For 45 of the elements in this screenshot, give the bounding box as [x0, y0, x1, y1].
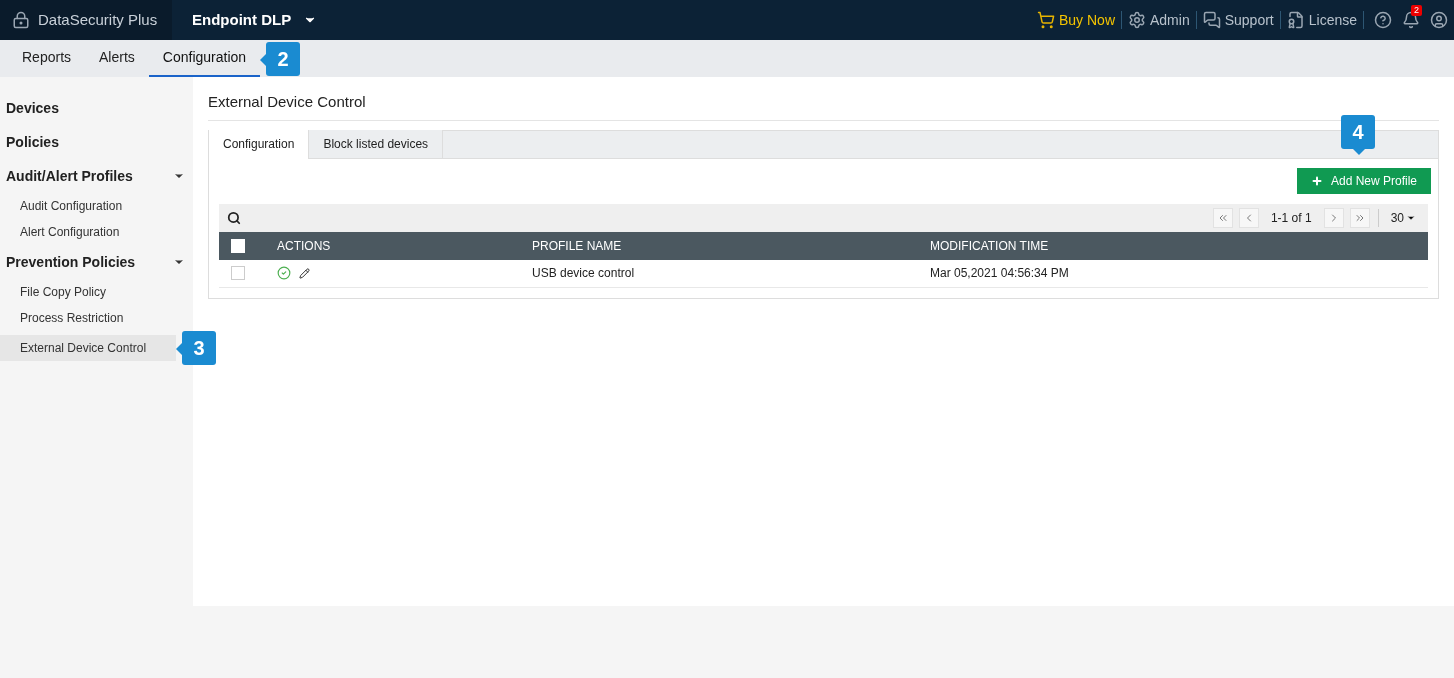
- page-range: 1-1 of 1: [1269, 209, 1313, 227]
- tab[interactable]: Block listed devices: [309, 129, 444, 158]
- sidebar-item[interactable]: Process Restriction: [0, 305, 193, 331]
- badge-pointer: [260, 53, 267, 66]
- sidebar-heading[interactable]: Devices: [0, 91, 193, 125]
- header-link[interactable]: Admin: [1128, 9, 1190, 31]
- add-profile-button[interactable]: Add New Profile: [1296, 167, 1431, 194]
- sidebar-heading[interactable]: Prevention Policies: [0, 245, 193, 279]
- sidebar-item[interactable]: Alert Configuration: [0, 219, 193, 245]
- header-link[interactable]: License: [1286, 9, 1357, 31]
- tab[interactable]: Configuration: [209, 129, 310, 159]
- chat-icon: [1202, 11, 1221, 29]
- user-icon[interactable]: [1430, 11, 1448, 29]
- column-header: MODIFICATION TIME: [930, 237, 1049, 255]
- pencil-icon[interactable]: [299, 267, 310, 279]
- table-cell-text: USB device control: [532, 265, 636, 282]
- bell-icon[interactable]: [1402, 11, 1420, 29]
- row-checkbox[interactable]: [231, 266, 245, 280]
- sidebar-item[interactable]: File Copy Policy: [0, 279, 193, 305]
- column-header: PROFILE NAME: [532, 237, 623, 255]
- check-circle-icon[interactable]: [277, 266, 291, 280]
- module-dropdown[interactable]: Endpoint DLP: [192, 8, 318, 32]
- sidebar-heading[interactable]: Audit/Alert Profiles: [0, 159, 193, 193]
- nav-tab[interactable]: Alerts: [85, 40, 149, 77]
- buy-link[interactable]: Buy Now: [1036, 9, 1115, 31]
- help-icon[interactable]: [1374, 11, 1392, 29]
- search-icon[interactable]: [227, 210, 241, 225]
- plus-icon: [1310, 174, 1323, 187]
- notification-badge: 2: [1411, 5, 1422, 16]
- certificate-icon: [1286, 11, 1305, 29]
- nav-tab[interactable]: Reports: [8, 40, 86, 77]
- badge-pointer: [176, 343, 182, 355]
- lock-icon: [12, 11, 30, 29]
- header-link[interactable]: Support: [1202, 9, 1274, 31]
- table-cell-text: Mar 05,2021 04:56:34 PM: [930, 265, 1069, 282]
- page-size-dropdown[interactable]: 30: [1386, 208, 1420, 227]
- gear-icon: [1128, 11, 1146, 29]
- sidebar-heading[interactable]: Policies: [0, 125, 193, 159]
- cart-icon: [1036, 11, 1055, 29]
- select-all-checkbox[interactable]: [231, 238, 245, 253]
- sidebar-item[interactable]: Audit Configuration: [0, 193, 193, 219]
- sidebar-item[interactable]: External Device Control: [0, 335, 176, 361]
- column-header: ACTIONS: [277, 237, 332, 255]
- app-name: DataSecurity Plus: [38, 9, 158, 30]
- badge-pointer: [1353, 148, 1365, 155]
